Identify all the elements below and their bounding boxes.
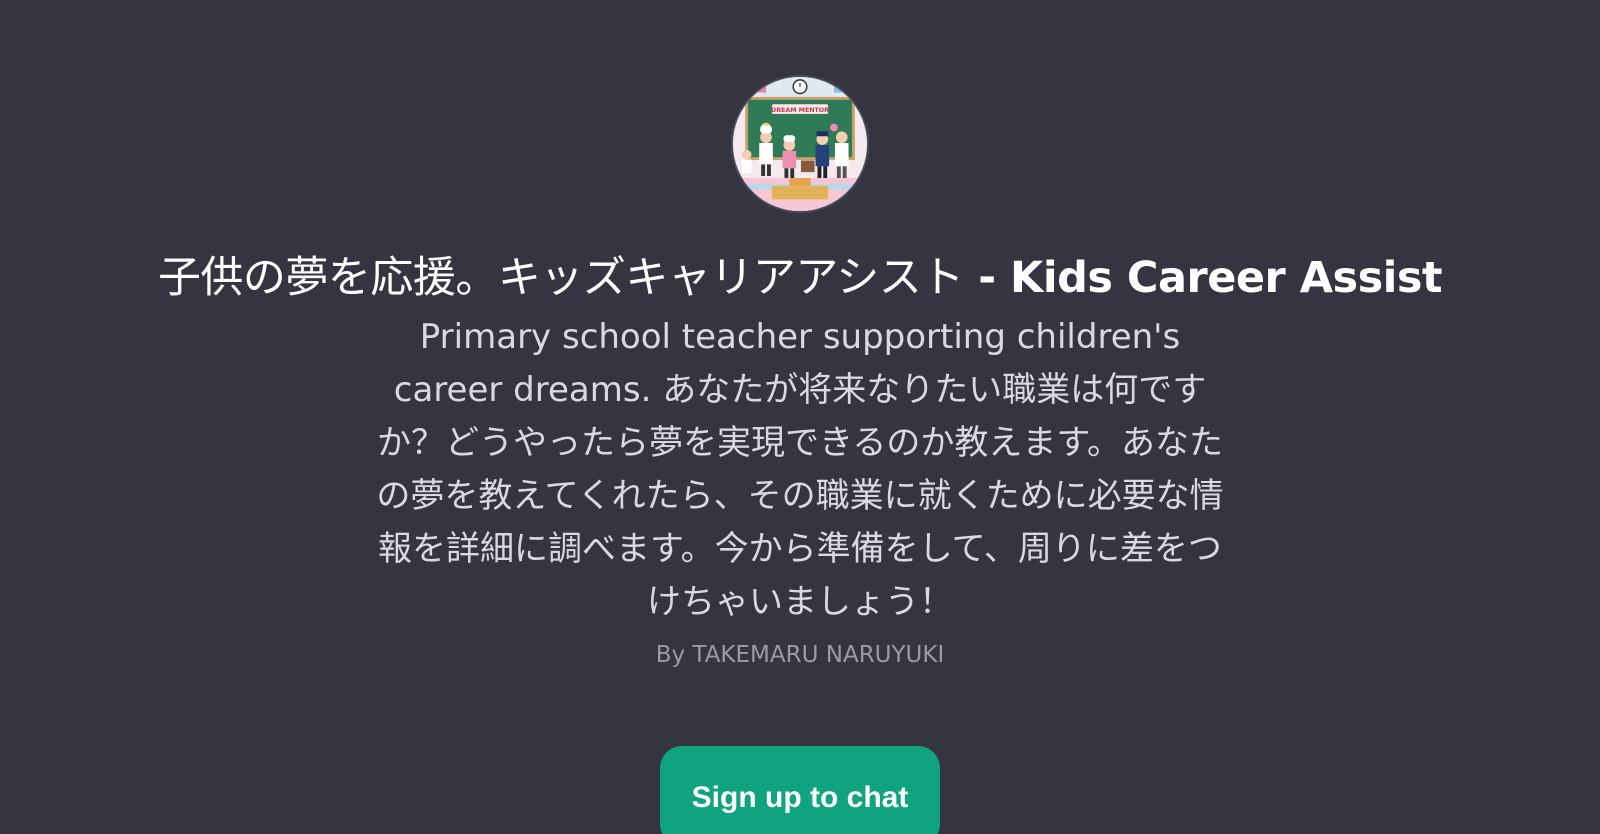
gpt-title-japanese: 子供の夢を応援。キッズキャリアアシスト <box>157 253 964 303</box>
dream-mentor-classroom-illustration-icon: DREAM MENTOR <box>733 77 867 211</box>
sign-up-to-chat-button[interactable]: Sign up to chat <box>660 746 940 834</box>
gpt-author: By TAKEMARU NARUYUKI <box>655 642 945 668</box>
gpt-title-english: Kids Career Assist <box>1010 253 1443 303</box>
gpt-description: Primary school teacher supporting childr… <box>376 317 1224 622</box>
gpt-title: 子供の夢を応援。キッズキャリアアシスト - Kids Career Assist <box>157 251 1443 305</box>
gpt-landing-page: DREAM MENTOR 子供の夢を応援。キッズキャリアアシスト - Kids … <box>0 0 1600 834</box>
gpt-avatar: DREAM MENTOR <box>731 75 869 213</box>
gpt-title-separator: - <box>963 253 1011 303</box>
avatar-banner-text: DREAM MENTOR <box>771 107 829 114</box>
